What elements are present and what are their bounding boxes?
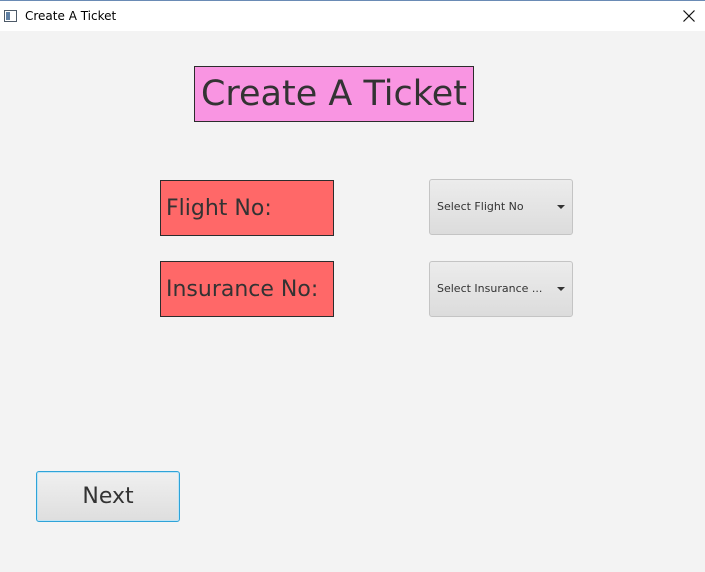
flight-no-select-value: Select Flight No xyxy=(437,200,524,213)
insurance-no-select[interactable]: Select Insurance ... xyxy=(429,261,573,317)
close-icon xyxy=(683,10,695,22)
flight-no-select[interactable]: Select Flight No xyxy=(429,179,573,235)
app-window-icon xyxy=(4,10,17,22)
page-title: Create A Ticket xyxy=(194,66,474,122)
chevron-down-icon xyxy=(557,287,565,291)
close-button[interactable] xyxy=(676,3,702,29)
insurance-no-select-value: Select Insurance ... xyxy=(437,282,543,295)
next-button[interactable]: Next xyxy=(36,471,180,522)
insurance-no-label: Insurance No: xyxy=(160,261,334,317)
window-title: Create A Ticket xyxy=(25,9,117,23)
window-title-bar: Create A Ticket xyxy=(0,0,705,31)
flight-no-label: Flight No: xyxy=(160,180,334,236)
chevron-down-icon xyxy=(557,205,565,209)
